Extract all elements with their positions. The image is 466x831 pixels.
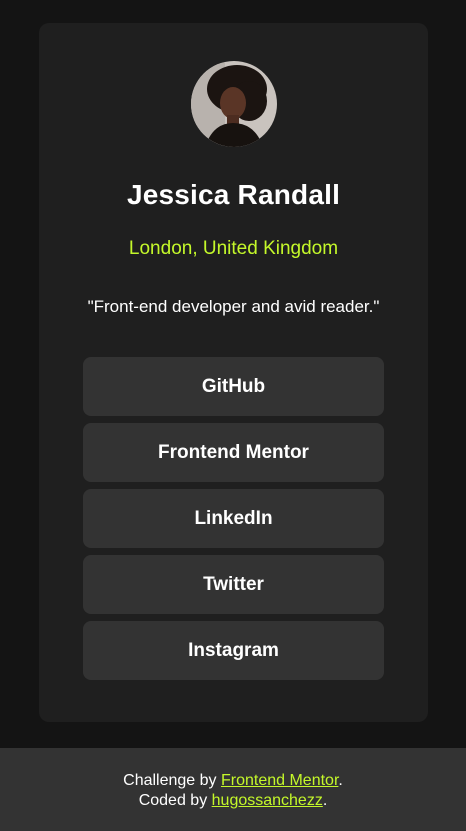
profile-card: Jessica Randall London, United Kingdom "… xyxy=(39,23,428,722)
coded-prefix: Coded by xyxy=(138,792,212,809)
challenge-prefix: Challenge by xyxy=(123,772,221,789)
author-link[interactable]: hugossanchezz xyxy=(212,792,323,809)
coded-suffix: . xyxy=(322,792,328,809)
link-twitter-button[interactable]: Twitter xyxy=(83,555,384,614)
frontend-mentor-link[interactable]: Frontend Mentor xyxy=(221,772,338,789)
challenge-suffix: . xyxy=(338,772,343,789)
challenge-line: Challenge by Frontend Mentor. xyxy=(0,771,466,791)
social-links: GitHub Frontend Mentor LinkedIn Twitter … xyxy=(83,357,384,680)
link-github-button[interactable]: GitHub xyxy=(83,357,384,416)
attribution-footer: Challenge by Frontend Mentor. Coded by h… xyxy=(0,748,466,831)
link-frontend-mentor-button[interactable]: Frontend Mentor xyxy=(83,423,384,482)
avatar xyxy=(191,61,277,147)
avatar-image xyxy=(191,61,277,147)
profile-name: Jessica Randall xyxy=(126,179,341,210)
profile-bio: "Front-end developer and avid reader." xyxy=(87,297,380,316)
profile-location: London, United Kingdom xyxy=(128,238,339,259)
link-instagram-button[interactable]: Instagram xyxy=(83,621,384,680)
link-linkedin-button[interactable]: LinkedIn xyxy=(83,489,384,548)
coded-line: Coded by hugossanchezz. xyxy=(0,791,466,811)
